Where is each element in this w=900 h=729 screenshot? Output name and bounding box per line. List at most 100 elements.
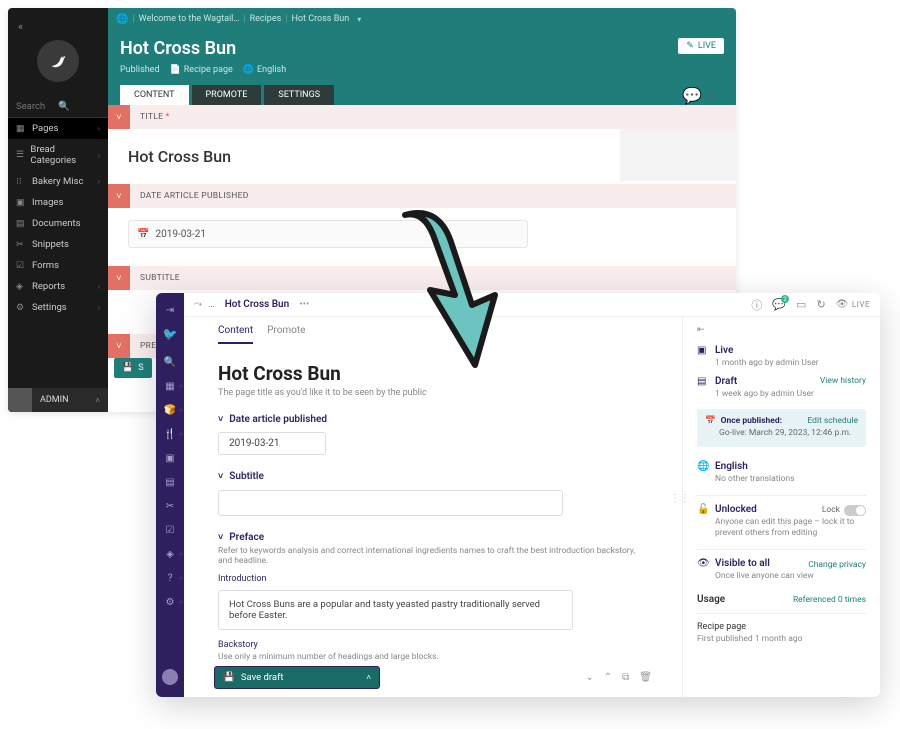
title-field[interactable]: Hot Cross Bun [218, 362, 648, 385]
subtitle-input[interactable] [218, 490, 563, 516]
page-lang: 🌐 English [243, 65, 286, 75]
chevron-right-icon: › [98, 303, 100, 312]
page-title: Hot Cross Bun [120, 38, 236, 59]
status-published: Published [120, 65, 160, 75]
search-icon: 🔍 [58, 101, 100, 112]
help-icon[interactable]: ?› [156, 567, 184, 589]
collapse-toggle[interactable]: ˅ [108, 105, 130, 129]
usage-link[interactable]: Referenced 0 times [793, 595, 866, 605]
section-title: ˅ TITLE * [108, 105, 736, 129]
eye-icon: 👁 [836, 299, 849, 310]
breadcrumb-recipes[interactable]: Recipes [250, 14, 282, 24]
cutlery-icon[interactable]: 🍴› [156, 423, 184, 445]
calendar-icon: 📅 [137, 229, 149, 240]
draft-icon: ▤ [697, 376, 707, 387]
live-button[interactable]: ✎LIVE [678, 38, 724, 54]
page-meta: Published 📄 Recipe page 🌐 English [120, 59, 724, 85]
user-menu[interactable]: ADMIN ˄ [8, 388, 108, 412]
required-indicator: * [166, 112, 170, 122]
live-indicator[interactable]: 👁LIVE [836, 299, 870, 310]
preview-icon[interactable]: ▭ [796, 298, 806, 311]
collapse-panel-icon[interactable]: ⇤ [697, 325, 866, 335]
reports-icon[interactable]: ◈› [156, 543, 184, 565]
status-live: Live [715, 345, 733, 356]
breadcrumb-sep: … [208, 299, 215, 310]
chevron-down-icon[interactable]: ˅ [218, 532, 223, 543]
date-input[interactable]: 2019-03-21 [218, 432, 326, 455]
old-sidebar: « Search🔍 ▦Pages› ☰Bread Categories› ⁝⁝B… [8, 8, 108, 412]
tab-content[interactable]: Content [218, 325, 253, 344]
sidebar-item-bakery[interactable]: ⁝⁝Bakery Misc› [8, 171, 108, 192]
chevron-down-icon[interactable]: ▾ [357, 15, 361, 24]
collapse-toggle[interactable]: ˅ [108, 184, 130, 208]
collapse-toggle[interactable]: ˅ [108, 266, 130, 290]
search-icon[interactable]: 🔍 [156, 351, 184, 373]
section-subtitle: ˅ SUBTITLE [108, 266, 736, 290]
resize-grip-icon[interactable]: ⋮⋮ [670, 493, 690, 504]
bread-icon[interactable]: 🍞› [156, 399, 184, 421]
breadcrumb-current[interactable]: Hot Cross Bun [225, 299, 290, 310]
chevron-right-icon: › [180, 550, 182, 558]
avatar[interactable] [162, 669, 178, 685]
duplicate-icon[interactable]: ⧉ [622, 672, 629, 683]
page-actions-menu[interactable]: ••• [299, 299, 309, 310]
home-icon[interactable]: 🌐 [116, 14, 128, 25]
new-main: ⤳ … Hot Cross Bun ••• ⓘ 💬2 ▭ ↻ 👁LIVE Con… [184, 293, 880, 697]
edit-schedule-link[interactable]: Edit schedule [807, 416, 858, 426]
delete-icon[interactable]: 🗑 [639, 672, 652, 683]
calendar-icon: 📅 [705, 416, 716, 426]
chevron-down-icon[interactable]: ˅ [218, 471, 223, 482]
wagtail-logo [37, 40, 79, 82]
save-button[interactable]: 💾S [114, 358, 152, 378]
tab-content[interactable]: CONTENT [120, 85, 189, 105]
pages-icon[interactable]: ▦› [156, 375, 184, 397]
collapse-toggle[interactable]: ˅ [108, 334, 130, 358]
minimap-icon[interactable]: ⤳ [194, 299, 202, 310]
move-down-icon[interactable]: ⌃ [604, 672, 612, 683]
tabs: Content Promote [218, 317, 648, 344]
intro-input[interactable]: Hot Cross Buns are a popular and tasty y… [218, 590, 573, 630]
sidebar-item-reports[interactable]: ◈Reports› [8, 276, 108, 297]
tab-settings[interactable]: SETTINGS [264, 85, 334, 105]
search-input[interactable]: Search🔍 [8, 96, 108, 118]
move-up-icon[interactable]: ⌄ [585, 672, 593, 683]
sidebar-item-snippets[interactable]: ✂Snippets [8, 234, 108, 255]
save-draft-button[interactable]: 💾 Save draft ˄ [214, 666, 380, 689]
change-privacy-link[interactable]: Change privacy [808, 560, 866, 570]
comments-icon[interactable]: 💬2 [772, 298, 786, 311]
images-icon[interactable]: ▣ [156, 447, 184, 469]
info-icon[interactable]: ⓘ [751, 297, 762, 313]
field-date: ˅Date article published 2019-03-21 [218, 414, 648, 455]
tab-promote[interactable]: Promote [267, 325, 305, 344]
settings-icon[interactable]: ⚙› [156, 591, 184, 613]
history-icon[interactable]: ↻ [816, 298, 825, 311]
view-history-link[interactable]: View history [820, 376, 866, 386]
sidebar-item-settings[interactable]: ⚙Settings› [8, 297, 108, 318]
sidebar-item-images[interactable]: ▣Images [8, 192, 108, 213]
chevron-right-icon: › [98, 151, 100, 160]
snippets-icon[interactable]: ✂ [156, 495, 184, 517]
sidebar-item-documents[interactable]: ▤Documents [8, 213, 108, 234]
breadcrumb-root[interactable]: Welcome to the Wagtail… [139, 14, 240, 24]
unlock-icon: 🔓 [697, 504, 707, 515]
documents-icon[interactable]: ▤ [156, 471, 184, 493]
chevron-down-icon[interactable]: ˅ [218, 414, 223, 425]
chevron-up-icon[interactable]: ˄ [366, 673, 371, 682]
forms-icon[interactable]: ☑ [156, 519, 184, 541]
chevron-down-icon: ▾ [708, 86, 716, 105]
sidebar-item-forms[interactable]: ☑Forms [8, 255, 108, 276]
lang-sub: No other translations [715, 474, 866, 485]
collapse-sidebar-icon[interactable]: « [18, 20, 23, 33]
draft-sub: 1 week ago by admin User [715, 389, 866, 399]
tab-promote[interactable]: PROMOTE [192, 85, 262, 105]
comments-toggle[interactable]: 💬▾ [674, 85, 724, 105]
sidebar-item-pages[interactable]: ▦Pages› [8, 118, 108, 139]
page-type: 📄 Recipe page [170, 65, 233, 75]
list-icon: ☰ [16, 150, 24, 160]
lock-toggle[interactable] [844, 505, 866, 516]
chevron-right-icon: › [98, 177, 100, 186]
date-input[interactable]: 📅 2019-03-21 [128, 220, 528, 248]
tabs: CONTENT PROMOTE SETTINGS 💬▾ [120, 85, 724, 105]
expand-sidebar-icon[interactable]: ⇥ [156, 299, 184, 321]
sidebar-item-bread[interactable]: ☰Bread Categories› [8, 139, 108, 171]
